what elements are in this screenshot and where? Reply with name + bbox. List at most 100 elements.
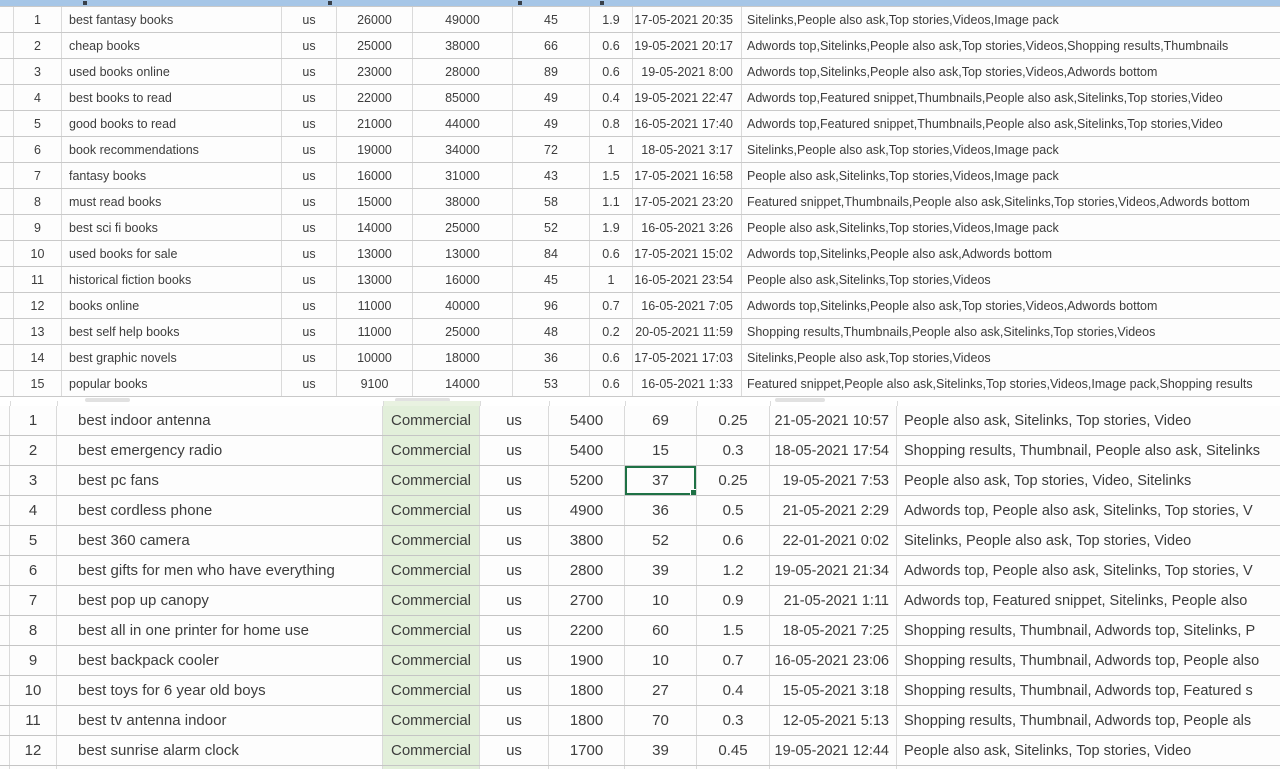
row-number-cell[interactable]: 2 [14,33,62,58]
volume-cell[interactable]: 11000 [337,293,413,318]
intent-cell[interactable]: Commercial [383,706,480,735]
updated-cell[interactable]: 16-05-2021 3:26 [633,215,742,240]
intent-cell[interactable]: Commercial [383,736,480,765]
country-cell[interactable]: us [282,371,337,396]
volume-cell[interactable]: 14000 [337,215,413,240]
volume-cell[interactable]: 25000 [337,33,413,58]
country-cell[interactable]: us [282,111,337,136]
difficulty-cell[interactable]: 10 [625,646,697,675]
serp-features-cell[interactable]: Shopping results, Thumbnail, People also… [897,436,1280,465]
updated-cell[interactable]: 12-05-2021 5:13 [770,706,897,735]
cpc-cell[interactable]: 1.9 [590,215,633,240]
intent-cell[interactable]: Commercial [383,436,480,465]
country-cell[interactable]: us [282,215,337,240]
difficulty-cell[interactable]: 53 [513,371,590,396]
country-cell[interactable]: us [480,736,549,765]
serp-features-cell[interactable]: Sitelinks,People also ask,Top stories,Vi… [742,345,1280,370]
keyword-cell[interactable]: popular books [62,371,282,396]
volume-cell[interactable]: 4900 [549,496,625,525]
difficulty-cell[interactable]: 27 [625,676,697,705]
volume-cell[interactable]: 15000 [337,189,413,214]
difficulty-cell[interactable]: 36 [513,345,590,370]
row-number-cell[interactable]: 4 [14,85,62,110]
cpc-cell[interactable]: 1.5 [697,616,770,645]
serp-features-cell[interactable]: People also ask, Top stories, Video, Sit… [897,466,1280,495]
serp-features-cell[interactable]: Adwords top, Featured snippet, Sitelinks… [897,586,1280,615]
keyword-cell[interactable]: best backpack cooler [57,646,383,675]
volume-cell[interactable]: 2800 [549,556,625,585]
country-cell[interactable]: us [480,676,549,705]
country-cell[interactable]: us [282,319,337,344]
row-number-cell[interactable]: 8 [10,616,57,645]
volume-cell[interactable]: 2200 [549,616,625,645]
difficulty-cell[interactable]: 66 [513,33,590,58]
cpc-cell[interactable]: 0.6 [590,371,633,396]
keyword-cell[interactable]: best sci fi books [62,215,282,240]
updated-cell[interactable]: 19-05-2021 8:00 [633,59,742,84]
serp-features-cell[interactable]: Adwords top,Featured snippet,Thumbnails,… [742,111,1280,136]
updated-cell[interactable]: 16-05-2021 23:54 [633,267,742,292]
country-cell[interactable]: us [480,556,549,585]
volume-cell[interactable]: 1800 [549,706,625,735]
keyword-cell[interactable]: books online [62,293,282,318]
row-number-cell[interactable]: 3 [10,466,57,495]
cpc-cell[interactable]: 1.5 [590,163,633,188]
cpc-cell[interactable]: 1 [590,267,633,292]
row-number-cell[interactable]: 7 [10,586,57,615]
serp-features-cell[interactable]: Adwords top,Sitelinks,People also ask,To… [742,33,1280,58]
volume-cell[interactable]: 5200 [549,466,625,495]
difficulty-cell[interactable]: 69 [625,406,697,435]
cpc-cell[interactable]: 1.2 [697,556,770,585]
keyword-cell[interactable]: used books online [62,59,282,84]
cpc-cell[interactable]: 0.6 [590,241,633,266]
serp-features-cell[interactable]: Adwords top,Sitelinks,People also ask,To… [742,59,1280,84]
serp-features-cell[interactable]: Adwords top, People also ask, Sitelinks,… [897,556,1280,585]
serp-features-cell[interactable]: Sitelinks,People also ask,Top stories,Vi… [742,7,1280,32]
keyword-cell[interactable]: best tv antenna indoor [57,706,383,735]
updated-cell[interactable]: 19-05-2021 12:44 [770,736,897,765]
volume-cell[interactable]: 22000 [337,85,413,110]
cpc-cell[interactable]: 0.25 [697,406,770,435]
serp-features-cell[interactable]: People also ask,Sitelinks,Top stories,Vi… [742,267,1280,292]
traffic-cell[interactable]: 28000 [413,59,513,84]
difficulty-cell[interactable]: 89 [513,59,590,84]
difficulty-cell[interactable]: 43 [513,163,590,188]
volume-cell[interactable]: 23000 [337,59,413,84]
row-number-cell[interactable]: 1 [14,7,62,32]
row-number-cell[interactable]: 10 [10,676,57,705]
volume-cell[interactable]: 1900 [549,646,625,675]
volume-cell[interactable]: 5400 [549,406,625,435]
keyword-cell[interactable]: cheap books [62,33,282,58]
serp-features-cell[interactable]: Sitelinks,People also ask,Top stories,Vi… [742,137,1280,162]
updated-cell[interactable]: 18-05-2021 7:25 [770,616,897,645]
row-number-cell[interactable]: 9 [10,646,57,675]
serp-features-cell[interactable]: People also ask, Sitelinks, Top stories,… [897,406,1280,435]
serp-features-cell[interactable]: People also ask,Sitelinks,Top stories,Vi… [742,215,1280,240]
keyword-cell[interactable]: best pop up canopy [57,586,383,615]
cpc-cell[interactable]: 0.25 [697,466,770,495]
serp-features-cell[interactable]: Featured snippet,Thumbnails,People also … [742,189,1280,214]
row-number-cell[interactable]: 13 [14,319,62,344]
updated-cell[interactable]: 17-05-2021 15:02 [633,241,742,266]
country-cell[interactable]: us [282,241,337,266]
difficulty-cell[interactable]: 45 [513,7,590,32]
keyword-cell[interactable]: best cordless phone [57,496,383,525]
cpc-cell[interactable]: 0.3 [697,706,770,735]
selected-cell[interactable]: 37 [625,466,697,495]
cpc-cell[interactable]: 0.6 [590,33,633,58]
country-cell[interactable]: us [480,526,549,555]
updated-cell[interactable]: 21-05-2021 10:57 [770,406,897,435]
cpc-cell[interactable]: 1 [590,137,633,162]
row-number-cell[interactable]: 8 [14,189,62,214]
keyword-cell[interactable]: best all in one printer for home use [57,616,383,645]
updated-cell[interactable]: 18-05-2021 17:54 [770,436,897,465]
row-number-cell[interactable]: 2 [10,436,57,465]
traffic-cell[interactable]: 85000 [413,85,513,110]
updated-cell[interactable]: 19-05-2021 20:17 [633,33,742,58]
updated-cell[interactable]: 20-05-2021 11:59 [633,319,742,344]
serp-features-cell[interactable]: Shopping results, Thumbnail, Adwords top… [897,676,1280,705]
cpc-cell[interactable]: 0.8 [590,111,633,136]
keyword-cell[interactable]: best books to read [62,85,282,110]
serp-features-cell[interactable]: Shopping results,Thumbnails,People also … [742,319,1280,344]
volume-cell[interactable]: 11000 [337,319,413,344]
